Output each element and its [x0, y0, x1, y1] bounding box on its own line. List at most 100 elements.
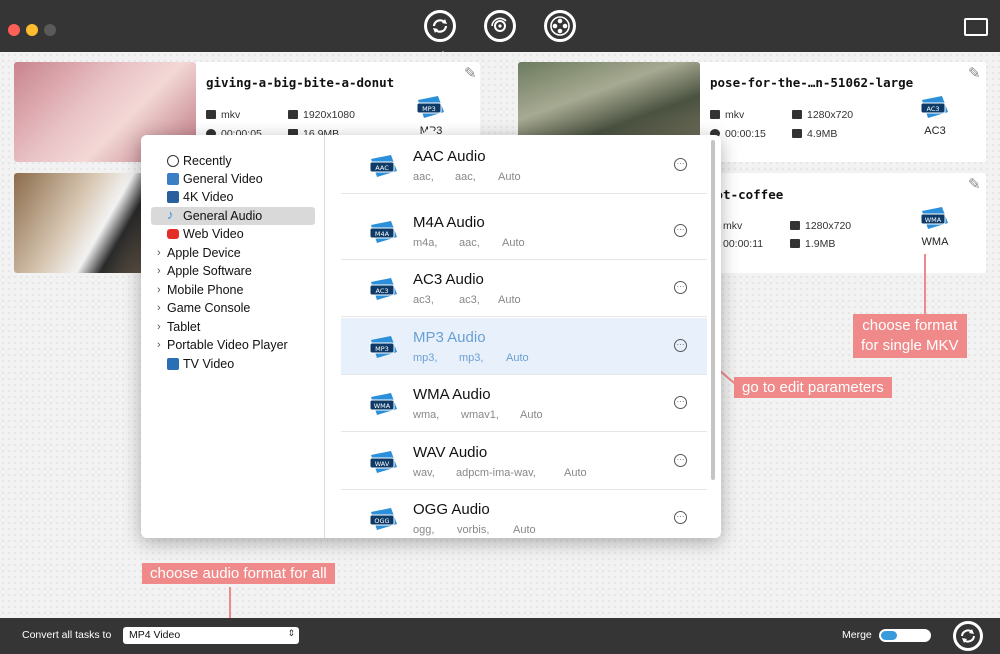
mp3-icon: MP3: [369, 336, 397, 358]
category-portable-video-player[interactable]: › Portable Video Player: [151, 336, 315, 354]
resolution-info: 1920x1080: [288, 109, 355, 121]
svg-text:WMA: WMA: [374, 402, 391, 410]
more-options-icon[interactable]: ···: [674, 281, 687, 294]
callout-single-format: choose format for single MKV: [853, 314, 967, 358]
svg-text:AC3: AC3: [375, 287, 388, 295]
callout-format-for-all: choose audio format for all: [142, 563, 335, 584]
callout-pointer: [924, 254, 926, 314]
more-options-icon[interactable]: ···: [674, 396, 687, 409]
category-tablet[interactable]: › Tablet: [151, 318, 315, 336]
task-title: giving-a-big-bite-a-donut: [206, 75, 395, 90]
video-reel-icon[interactable]: [544, 10, 576, 42]
monitor-icon: [288, 110, 298, 119]
format-list-scrollbar[interactable]: [711, 140, 715, 480]
category-general-audio[interactable]: ♪ General Audio: [151, 207, 315, 225]
svg-text:AAC: AAC: [375, 164, 389, 172]
wma-icon: WMA: [369, 393, 397, 415]
format-name: MP3 Audio: [413, 329, 486, 346]
category-list: Recently General Video 4K Video ♪ General…: [141, 135, 325, 538]
category-recently[interactable]: Recently: [151, 152, 315, 170]
container-info: mkv: [206, 109, 240, 121]
format-name: AC3 Audio: [413, 271, 484, 288]
chevron-right-icon: ›: [157, 247, 161, 259]
more-options-icon[interactable]: ···: [674, 224, 687, 237]
tv-icon: [167, 358, 179, 370]
merge-toggle[interactable]: [879, 629, 931, 642]
convert-all-label: Convert all tasks to: [22, 629, 112, 641]
format-row-wma[interactable]: WMA WMA Audio wma, wmav1, Auto ···: [341, 375, 707, 432]
file-icon: [206, 110, 216, 119]
svg-text:WMA: WMA: [925, 216, 942, 224]
container-info: mkv: [710, 109, 744, 121]
more-options-icon[interactable]: ···: [674, 454, 687, 467]
more-options-icon[interactable]: ···: [674, 158, 687, 171]
format-row-ac3[interactable]: AC3 AC3 Audio ac3, ac3, Auto ···: [341, 260, 707, 317]
ac3-format-icon[interactable]: AC3: [918, 92, 952, 122]
svg-text:OGG: OGG: [374, 517, 389, 525]
youtube-icon: [167, 229, 179, 239]
merge-label: Merge: [842, 629, 872, 641]
category-4k-video[interactable]: 4K Video: [151, 188, 315, 206]
start-convert-button[interactable]: [953, 621, 983, 651]
convert-all-format-select[interactable]: MP4 Video ⇕: [123, 627, 299, 644]
svg-text:M4A: M4A: [375, 230, 390, 238]
format-label[interactable]: WMA: [910, 236, 960, 248]
format-row-ogg[interactable]: OGG OGG Audio ogg, vorbis, Auto ···: [341, 490, 707, 538]
wav-icon: WAV: [369, 451, 397, 473]
history-icon: [167, 155, 179, 167]
format-row-mp3[interactable]: MP3 MP3 Audio mp3, mp3, Auto ···: [341, 318, 707, 375]
4k-icon: [167, 191, 179, 203]
task-card[interactable]: …ot-coffee mkv 1280x720 00:00:11 1.9MB W…: [700, 173, 986, 273]
edit-pencil-icon[interactable]: ✎: [968, 175, 981, 193]
svg-text:MP3: MP3: [422, 105, 436, 113]
format-label[interactable]: AC3: [910, 125, 960, 137]
category-tv-video[interactable]: TV Video: [151, 355, 315, 373]
format-name: OGG Audio: [413, 501, 490, 518]
select-arrows-icon: ⇕: [287, 628, 295, 638]
convert-icon[interactable]: [424, 10, 456, 57]
category-apple-device[interactable]: › Apple Device: [151, 244, 315, 262]
close-window-button[interactable]: [8, 24, 20, 36]
edit-pencil-icon[interactable]: ✎: [464, 64, 477, 82]
ac3-icon: AC3: [369, 278, 397, 300]
callout-edit-parameters: go to edit parameters: [734, 377, 892, 398]
format-list: AAC AAC Audio aac, aac, Auto ··· M4A M4A A…: [341, 135, 715, 538]
svg-text:MP3: MP3: [375, 345, 389, 353]
chevron-right-icon: ›: [157, 302, 161, 314]
zoom-window-button[interactable]: [44, 24, 56, 36]
mp3-format-icon[interactable]: MP3: [414, 92, 448, 122]
category-game-console[interactable]: › Game Console: [151, 299, 315, 317]
task-title: pose-for-the-…n-51062-large: [710, 75, 914, 90]
wma-format-icon[interactable]: WMA: [918, 203, 952, 233]
download-icon: [792, 129, 802, 138]
chevron-right-icon: ›: [157, 265, 161, 277]
category-web-video[interactable]: Web Video: [151, 225, 315, 243]
title-bar: [0, 0, 1000, 57]
more-options-icon[interactable]: ···: [674, 511, 687, 524]
chevron-right-icon: ›: [157, 284, 161, 296]
film-export-icon[interactable]: [964, 18, 988, 36]
chevron-right-icon: ›: [157, 321, 161, 333]
format-row-aac[interactable]: AAC AAC Audio aac, aac, Auto ···: [341, 137, 707, 194]
svg-text:WAV: WAV: [375, 460, 390, 468]
chevron-right-icon: ›: [157, 339, 161, 351]
svg-text:AC3: AC3: [926, 105, 939, 113]
callout-pointer: [229, 587, 231, 621]
category-mobile-phone[interactable]: › Mobile Phone: [151, 281, 315, 299]
size-info: 4.9MB: [792, 128, 837, 140]
format-row-wav[interactable]: WAV WAV Audio wav, adpcm-ima-wav, Auto ···: [341, 433, 707, 490]
file-icon: [710, 110, 720, 119]
more-options-icon[interactable]: ···: [674, 339, 687, 352]
download-icon: [790, 239, 800, 248]
category-general-video[interactable]: General Video: [151, 170, 315, 188]
music-note-icon: ♪: [167, 207, 174, 222]
format-row-m4a[interactable]: M4A M4A Audio m4a, aac, Auto ···: [341, 203, 707, 260]
size-info: 1.9MB: [790, 238, 835, 250]
edit-pencil-icon[interactable]: ✎: [968, 64, 981, 82]
format-name: AAC Audio: [413, 148, 486, 165]
resolution-info: 1280x720: [792, 109, 853, 121]
audio-convert-icon[interactable]: [484, 10, 516, 42]
m4a-icon: M4A: [369, 221, 397, 243]
category-apple-software[interactable]: › Apple Software: [151, 262, 315, 280]
minimize-window-button[interactable]: [26, 24, 38, 36]
